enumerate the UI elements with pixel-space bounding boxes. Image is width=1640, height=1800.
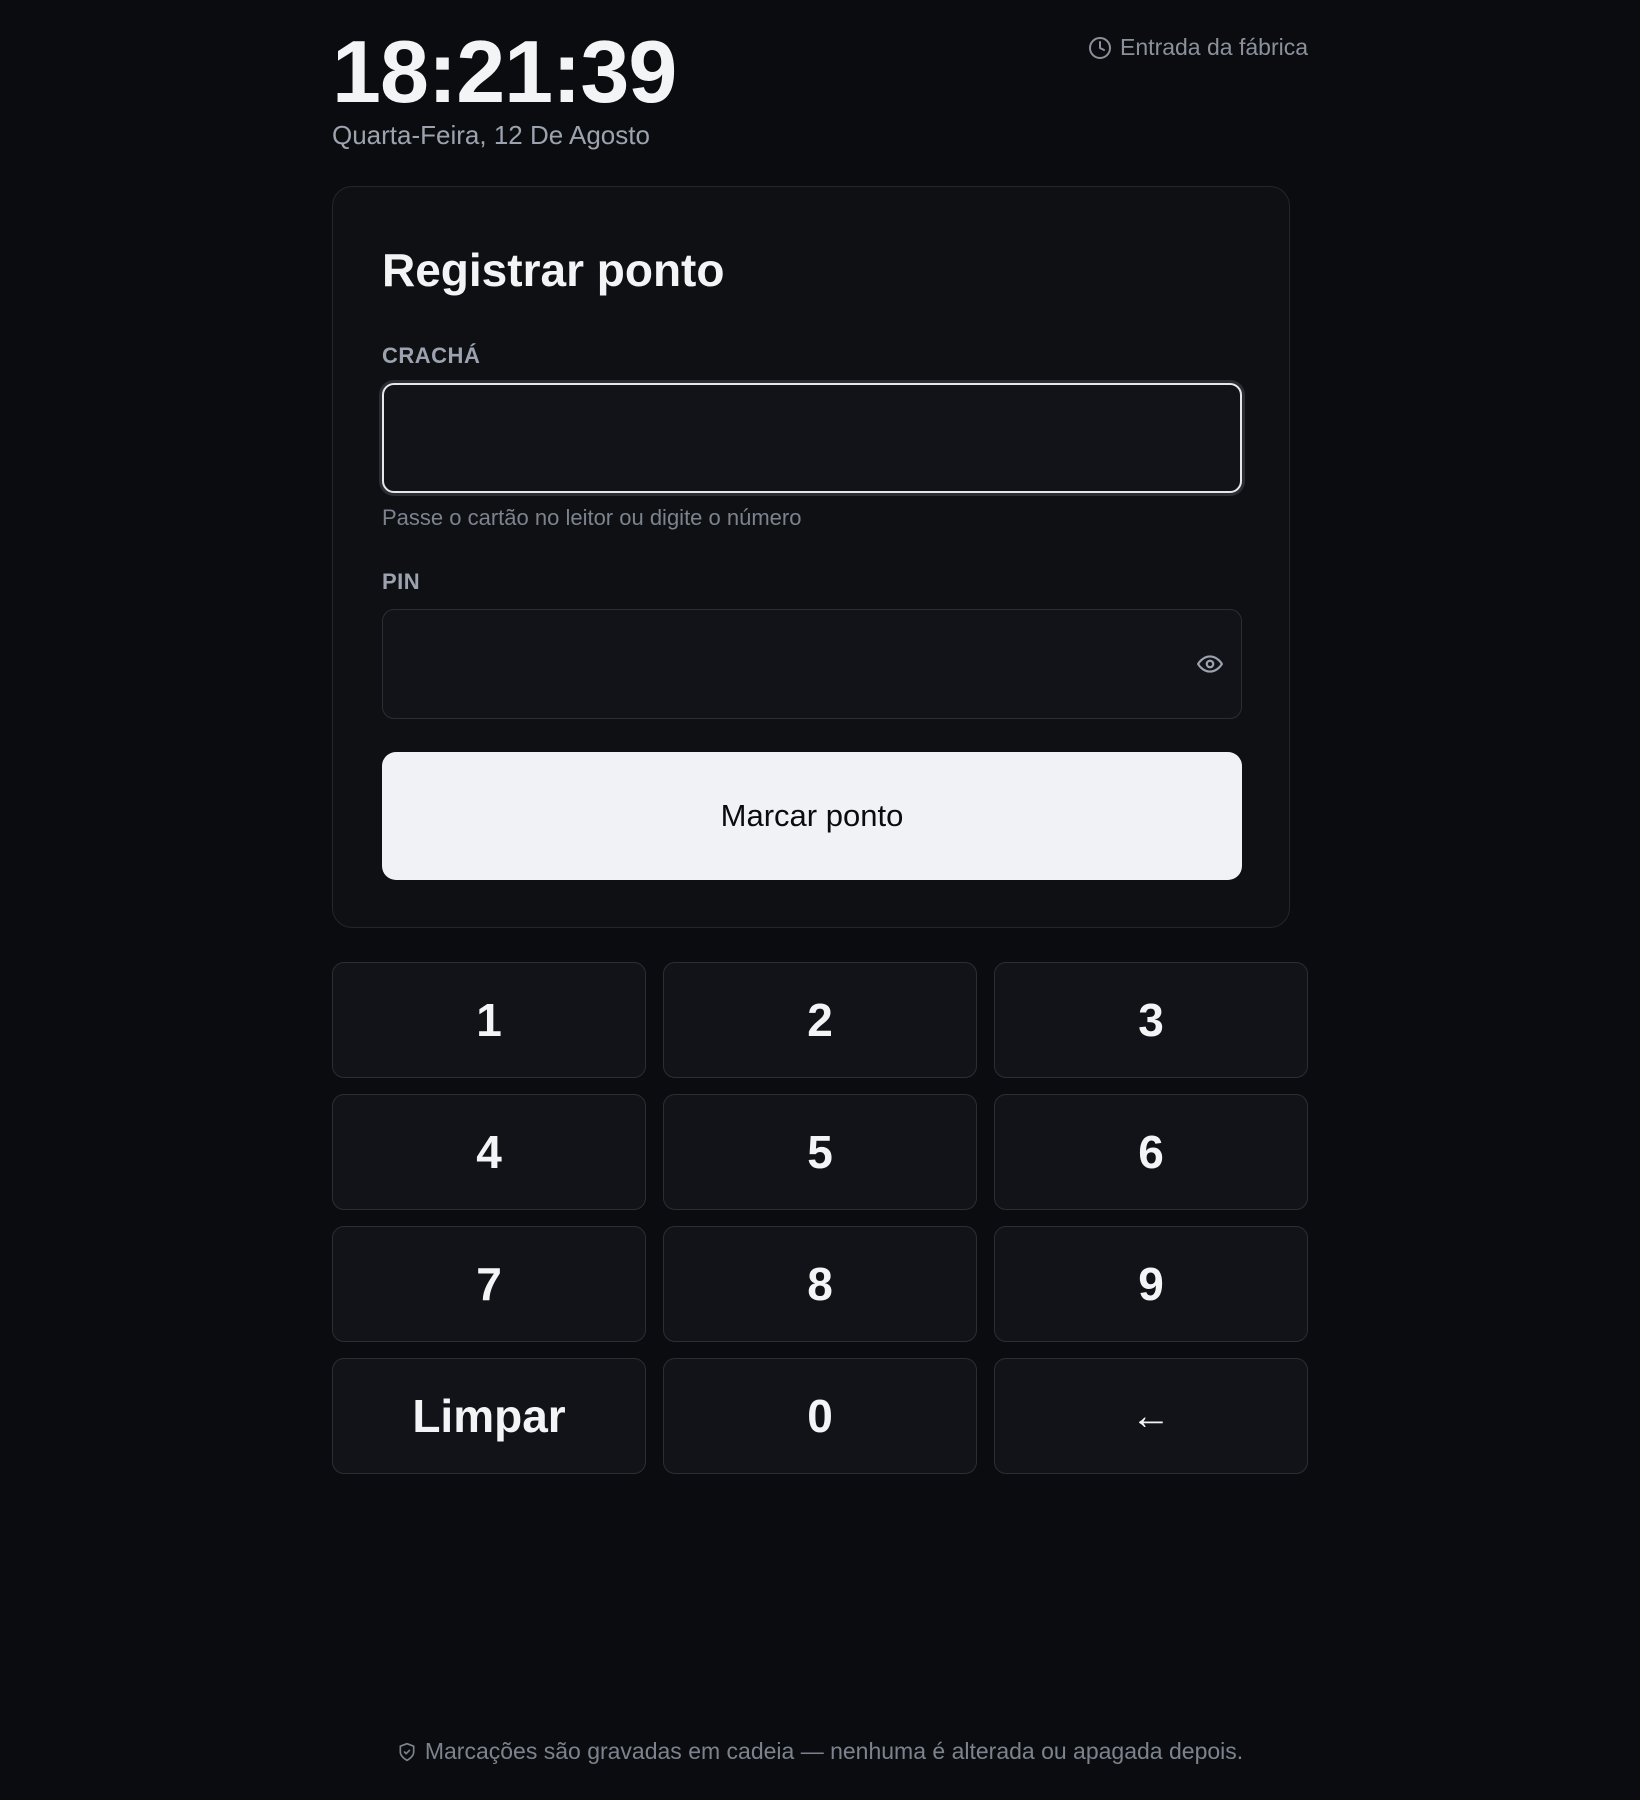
pin-label: PIN: [382, 569, 421, 594]
badge-hint: Passe o cartão no leitor ou digite o núm…: [382, 505, 802, 530]
key-8[interactable]: 8: [663, 1226, 977, 1342]
pin-input[interactable]: [382, 609, 1242, 719]
card-title: Registrar ponto: [382, 244, 725, 296]
current-date: Quarta-Feira, 12 De Agosto: [332, 120, 650, 150]
key-1[interactable]: 1: [332, 962, 646, 1078]
badge-input[interactable]: [382, 383, 1242, 493]
footer-notice: Marcações são gravadas em cadeia — nenhu…: [0, 1738, 1640, 1765]
location-text: Entrada da fábrica: [1120, 34, 1308, 60]
badge-label: CRACHÁ: [382, 343, 481, 368]
key-9[interactable]: 9: [994, 1226, 1308, 1342]
key-6[interactable]: 6: [994, 1094, 1308, 1210]
key-5[interactable]: 5: [663, 1094, 977, 1210]
clock-icon: [1089, 36, 1112, 59]
submit-punch-button[interactable]: Marcar ponto: [382, 752, 1242, 880]
shield-icon: [399, 1742, 415, 1761]
header: 18:21:39 Quarta-Feira, 12 De Agosto Entr…: [332, 20, 1308, 160]
numeric-keypad: 1 2 3 4 5 6 7 8 9 Limpar 0 ←: [332, 962, 1308, 1474]
eye-icon[interactable]: [1195, 651, 1225, 677]
location-label: Entrada da fábrica: [1088, 34, 1308, 61]
clear-button[interactable]: Limpar: [332, 1358, 646, 1474]
key-4[interactable]: 4: [332, 1094, 646, 1210]
key-2[interactable]: 2: [663, 962, 977, 1078]
clock: 18:21:39: [332, 22, 677, 121]
key-0[interactable]: 0: [663, 1358, 977, 1474]
key-7[interactable]: 7: [332, 1226, 646, 1342]
backspace-button[interactable]: ←: [994, 1358, 1308, 1474]
kiosk-page: 18:21:39 Quarta-Feira, 12 De Agosto Entr…: [0, 0, 1640, 1800]
key-3[interactable]: 3: [994, 962, 1308, 1078]
punch-card: Registrar ponto CRACHÁ Passe o cartão no…: [332, 186, 1290, 928]
footer-text: Marcações são gravadas em cadeia — nenhu…: [424, 1738, 1244, 1764]
